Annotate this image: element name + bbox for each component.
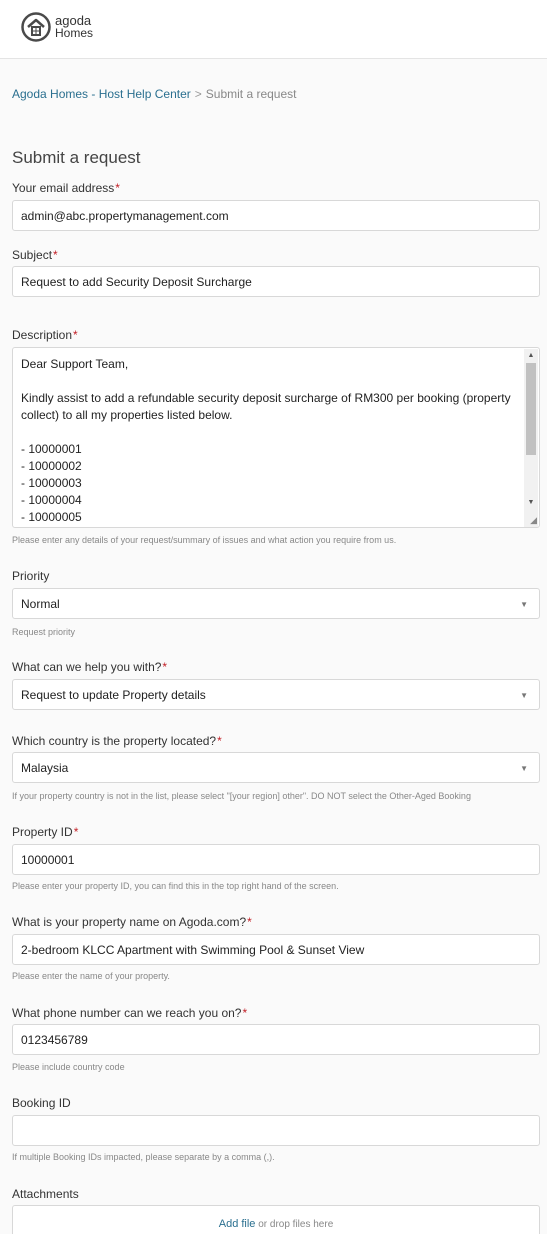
required-marker: * <box>115 181 120 195</box>
breadcrumb-home-link[interactable]: Agoda Homes - Host Help Center <box>12 87 191 101</box>
property-name-field[interactable]: 2-bedroom KLCC Apartment with Swimming P… <box>12 934 540 965</box>
email-label: Your email address* <box>12 181 120 195</box>
priority-select[interactable]: Normal ▼ <box>12 588 540 619</box>
required-marker: * <box>73 825 79 839</box>
required-marker: * <box>73 328 78 342</box>
description-label: Description* <box>12 328 78 342</box>
help-with-select[interactable]: Request to update Property details ▼ <box>12 679 540 710</box>
attachments-dropzone[interactable]: Add file or drop files here <box>12 1205 540 1234</box>
email-field[interactable]: admin@abc.propertymanagement.com <box>12 200 540 231</box>
phone-value: 0123456789 <box>21 1032 88 1047</box>
country-hint: If your property country is not in the l… <box>12 791 471 801</box>
breadcrumb-separator: > <box>194 87 202 101</box>
country-select[interactable]: Malaysia ▼ <box>12 752 540 783</box>
property-id-hint: Please enter your property ID, you can f… <box>12 881 339 891</box>
booking-id-field[interactable] <box>12 1115 540 1146</box>
property-id-field[interactable]: 10000001 <box>12 844 540 875</box>
priority-label: Priority <box>12 569 50 583</box>
property-name-label: What is your property name on Agoda.com?… <box>12 915 252 929</box>
email-value: admin@abc.propertymanagement.com <box>21 208 229 223</box>
subject-value: Request to add Security Deposit Surcharg… <box>21 274 252 289</box>
priority-value: Normal <box>21 596 60 611</box>
required-marker: * <box>242 1006 248 1020</box>
subject-field[interactable]: Request to add Security Deposit Surcharg… <box>12 266 540 297</box>
site-header: agoda Homes <box>0 0 547 59</box>
phone-hint: Please include country code <box>12 1062 125 1072</box>
chevron-down-icon: ▼ <box>520 691 528 700</box>
house-icon <box>21 12 51 42</box>
resize-handle-icon[interactable]: ◢ <box>530 515 537 526</box>
phone-label: What phone number can we reach you on?* <box>12 1006 248 1020</box>
property-id-value: 10000001 <box>21 852 75 867</box>
help-with-value: Request to update Property details <box>21 687 206 702</box>
booking-id-label: Booking ID <box>12 1096 71 1110</box>
drop-files-text: or drop files here <box>258 1219 334 1230</box>
description-scrollbar[interactable]: ▲ ▼ <box>524 349 538 527</box>
scroll-down-arrow-icon[interactable]: ▼ <box>527 499 535 507</box>
page-title: Submit a request <box>12 148 141 167</box>
country-value: Malaysia <box>21 760 69 775</box>
booking-id-hint: If multiple Booking IDs impacted, please… <box>12 1152 275 1162</box>
required-marker: * <box>247 915 252 929</box>
property-name-value: 2-bedroom KLCC Apartment with Swimming P… <box>21 942 365 957</box>
property-id-label: Property ID* <box>12 825 79 839</box>
breadcrumb: Agoda Homes - Host Help Center > Submit a … <box>12 87 296 101</box>
attachments-label: Attachments <box>12 1187 79 1201</box>
required-marker: * <box>53 248 58 262</box>
description-hint: Please enter any details of your request… <box>12 535 397 545</box>
phone-field[interactable]: 0123456789 <box>12 1024 540 1055</box>
logo-text-homes: Homes <box>55 26 94 40</box>
description-value: Dear Support Team, Kindly assist to add … <box>21 357 511 524</box>
breadcrumb-current: Submit a request <box>205 87 297 101</box>
required-marker: * <box>162 660 168 674</box>
scroll-thumb[interactable] <box>526 363 536 455</box>
agoda-homes-logo[interactable]: agoda Homes <box>21 12 93 42</box>
priority-hint: Request priority <box>12 627 76 637</box>
chevron-down-icon: ▼ <box>520 600 528 609</box>
required-marker: * <box>217 734 222 748</box>
description-textarea[interactable]: Dear Support Team, Kindly assist to add … <box>12 347 540 528</box>
property-name-hint: Please enter the name of your property. <box>12 971 170 981</box>
subject-label: Subject* <box>12 248 58 262</box>
add-file-link[interactable]: Add file <box>219 1218 256 1230</box>
scroll-up-arrow-icon[interactable]: ▲ <box>527 352 535 360</box>
help-with-label: What can we help you with?* <box>12 660 168 674</box>
chevron-down-icon: ▼ <box>520 764 528 773</box>
country-label: Which country is the property located?* <box>12 734 222 748</box>
